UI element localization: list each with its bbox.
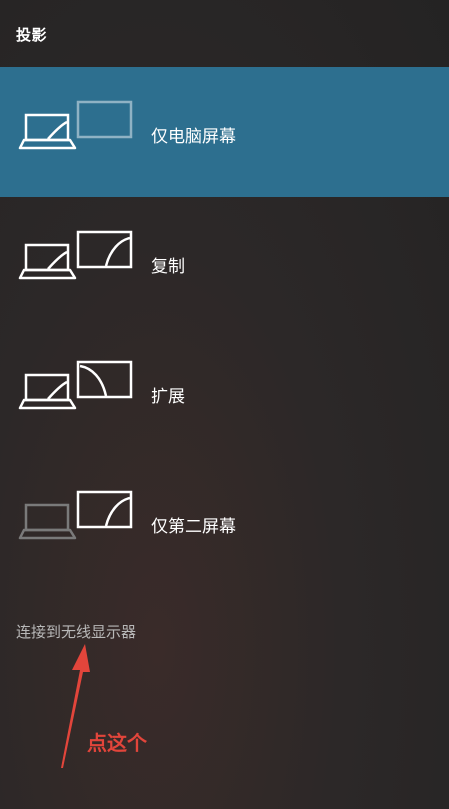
option-pc-screen-only[interactable]: 仅电脑屏幕 xyxy=(0,67,449,197)
panel-title: 投影 xyxy=(16,26,48,44)
duplicate-icon xyxy=(18,230,133,280)
second-screen-only-icon xyxy=(18,490,133,540)
pc-screen-only-icon xyxy=(18,100,133,150)
option-second-screen-only[interactable]: 仅第二屏幕 xyxy=(0,457,449,587)
option-extend[interactable]: 扩展 xyxy=(0,327,449,457)
option-label: 复制 xyxy=(151,257,185,277)
option-label: 仅电脑屏幕 xyxy=(151,127,236,147)
project-panel: 投影 仅电脑屏幕 复制 扩展 仅第二屏幕 连接到无线显示器 点这个 xyxy=(0,0,449,809)
option-label: 扩展 xyxy=(151,387,185,407)
extend-icon xyxy=(18,360,133,410)
option-label: 仅第二屏幕 xyxy=(151,517,236,537)
connect-wireless-display-link[interactable]: 连接到无线显示器 xyxy=(16,621,136,642)
option-duplicate[interactable]: 复制 xyxy=(0,197,449,327)
annotation-text: 点这个 xyxy=(87,731,147,755)
